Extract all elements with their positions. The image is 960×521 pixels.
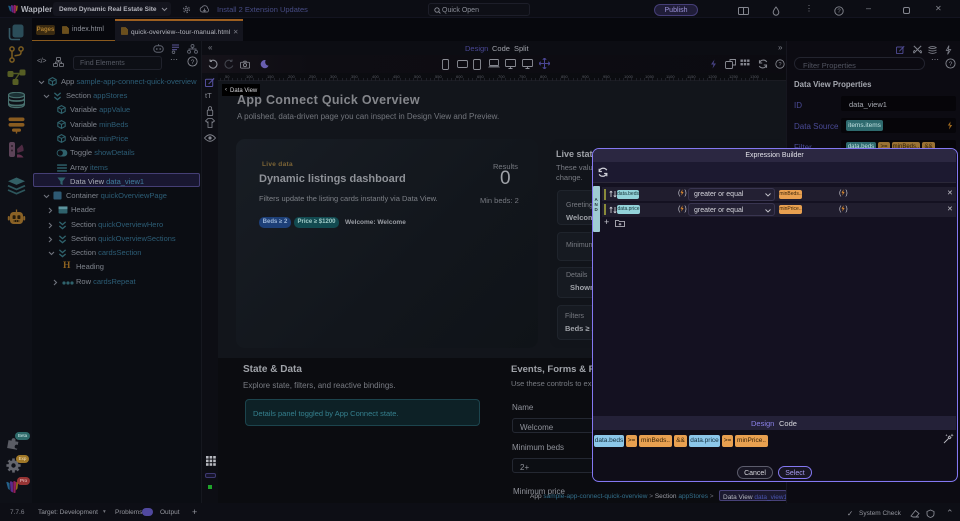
svg-text:?: ? <box>778 62 781 68</box>
svg-text:?: ? <box>949 61 953 68</box>
svg-text:?: ? <box>191 59 195 66</box>
svg-text:?: ? <box>837 9 841 15</box>
